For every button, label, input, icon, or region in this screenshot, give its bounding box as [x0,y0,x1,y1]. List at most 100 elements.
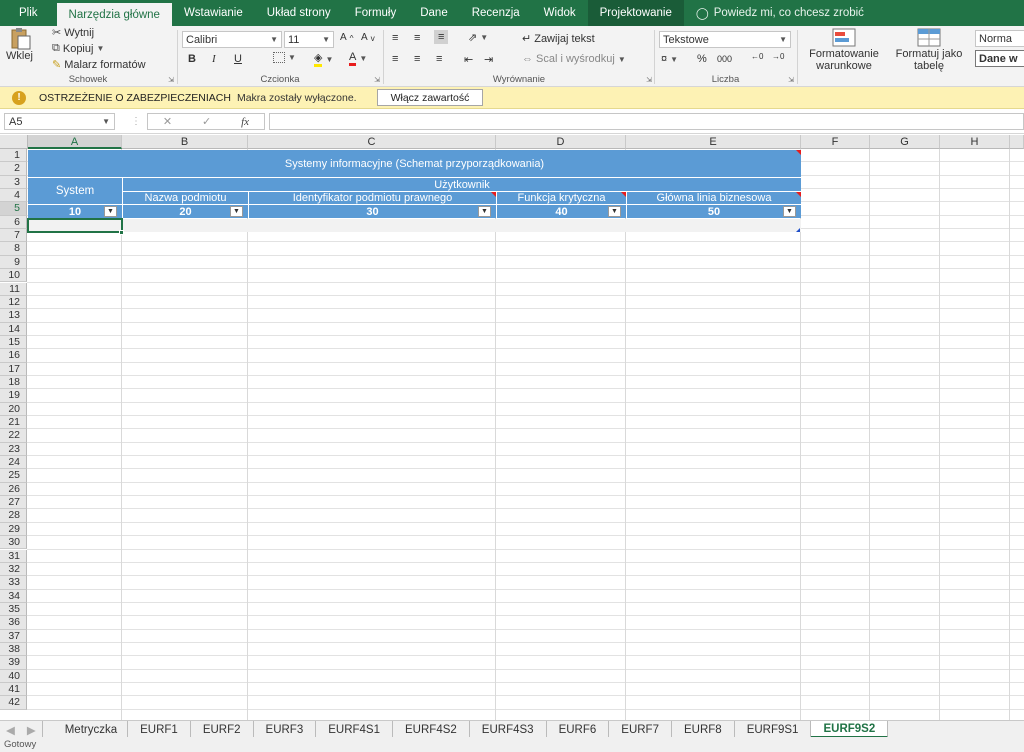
row-header-42[interactable]: 42 [0,696,27,710]
align-middle-button[interactable]: ≡ [414,32,420,44]
table-resize-handle[interactable] [796,228,800,232]
sheet-tab[interactable]: EURF6 [547,721,610,738]
filter-dropdown-icon[interactable]: ▼ [478,206,491,217]
enter-icon[interactable]: ✓ [202,115,211,128]
tab-page-layout[interactable]: Układ strony [255,0,343,26]
format-as-table-button[interactable]: Formatuj jako tabelę [886,28,972,72]
orientation-button[interactable]: ⇗ ▼ [468,31,488,44]
row-header-18[interactable]: 18 [0,375,27,390]
merge-center-button[interactable]: ⇔ Scal i wyśrodkuj ▼ [522,53,626,65]
row-header-23[interactable]: 23 [0,442,27,457]
launcher-icon[interactable]: ⇲ [788,76,794,84]
select-all-corner[interactable] [0,135,28,149]
tell-me-box[interactable]: ◯ Powiedz mi, co chcesz zrobić [684,0,876,26]
sheet-tab[interactable]: EURF8 [672,721,735,738]
column-header-c[interactable]: C [248,135,496,149]
row-header-4[interactable]: 4 [0,189,27,203]
copy-button[interactable]: ⧉ Kopiuj ▼ [52,42,104,55]
align-bottom-button[interactable]: ≡ [434,30,449,44]
align-left-button[interactable]: ≡ [392,53,398,65]
underline-button[interactable]: U [234,53,242,65]
spreadsheet-grid[interactable]: A B C D E F G H 1 2 3 4 5 6 7 8 9 10 11 12 13 14 15 16 1… [0,135,1024,720]
row-header-26[interactable]: 26 [0,482,27,497]
sheet-tab[interactable]: EURF1 [128,721,191,738]
sheet-tab[interactable]: EURF7 [609,721,672,738]
tab-data[interactable]: Dane [408,0,460,26]
row-header-38[interactable]: 38 [0,642,27,657]
sheet-tab[interactable]: EURF4S3 [470,721,547,738]
comment-indicator-icon[interactable] [621,192,626,197]
row-header-7[interactable]: 7 [0,229,27,243]
table-empty-row[interactable] [28,219,801,232]
tab-scroll-prev-icon[interactable]: ◀ [0,721,21,738]
style-normal[interactable]: Norma [975,30,1024,47]
header-entity-name[interactable]: Nazwa podmiotu [122,192,248,205]
decrease-font-button[interactable]: Av [361,32,375,43]
formula-input[interactable] [269,113,1024,130]
name-box[interactable]: A5 ▼ [4,113,115,130]
sheet-tab[interactable]: Metryczka [43,721,129,738]
header-user[interactable]: Użytkownik [122,178,801,192]
row-header-36[interactable]: 36 [0,616,27,630]
row-header-3[interactable]: 3 [0,175,27,190]
table-title[interactable]: Systemy informacyjne (Schemat przyporząd… [28,150,801,178]
comment-indicator-icon[interactable] [491,192,496,197]
row-header-6[interactable]: 6 [0,215,27,230]
sheet-tab[interactable]: EURF2 [191,721,254,738]
row-header-27[interactable]: 27 [0,496,27,510]
enable-content-button[interactable]: Włącz zawartość [376,89,484,106]
code-cell-30[interactable]: 30 [248,205,496,218]
font-color-button[interactable]: A ▼ [349,51,367,66]
code-cell-50[interactable]: 50 [626,205,801,218]
bold-button[interactable]: B [188,53,196,65]
tab-view[interactable]: Widok [532,0,588,26]
row-header-19[interactable]: 19 [0,389,27,403]
row-header-15[interactable]: 15 [0,335,27,350]
row-header-25[interactable]: 25 [0,469,27,483]
launcher-icon[interactable]: ⇲ [168,76,174,84]
row-header-1[interactable]: 1 [0,149,27,163]
row-header-33[interactable]: 33 [0,576,27,590]
filter-dropdown-icon[interactable]: ▼ [783,206,796,217]
align-top-button[interactable]: ≡ [392,32,398,44]
align-center-button[interactable]: ≡ [414,53,420,65]
align-right-button[interactable]: ≡ [436,53,442,65]
paste-button[interactable]: Wklej [6,28,33,62]
column-header-e[interactable]: E [626,135,801,149]
tab-review[interactable]: Recenzja [460,0,532,26]
header-system[interactable]: System [28,178,122,205]
decrease-indent-button[interactable]: ⇤ [464,53,473,66]
filter-dropdown-icon[interactable]: ▼ [230,206,243,217]
column-header-g[interactable]: G [870,135,940,149]
column-header-b[interactable]: B [122,135,248,149]
row-header-41[interactable]: 41 [0,683,27,697]
column-header-f[interactable]: F [801,135,870,149]
row-header-10[interactable]: 10 [0,269,27,283]
row-header-9[interactable]: 9 [0,255,27,270]
row-header-12[interactable]: 12 [0,295,27,310]
format-painter-button[interactable]: ✎ Malarz formatów [52,58,146,72]
filter-dropdown-icon[interactable]: ▼ [104,206,117,217]
wrap-text-button[interactable]: ↵ Zawijaj tekst [522,32,595,46]
column-header-h[interactable]: H [940,135,1010,149]
row-header-8[interactable]: 8 [0,242,27,256]
row-header-39[interactable]: 39 [0,656,27,670]
font-name-dropdown[interactable]: Calibri ▼ [182,31,282,48]
decrease-decimal-button[interactable]: →0 [772,52,784,61]
tab-file[interactable]: Plik [0,0,57,26]
increase-font-button[interactable]: A ^ [340,32,354,43]
conditional-formatting-button[interactable]: Formatowanie warunkowe [800,28,888,72]
row-header-24[interactable]: 24 [0,456,27,470]
tab-insert[interactable]: Wstawianie [172,0,255,26]
column-header-a[interactable]: A [28,135,122,149]
comment-indicator-icon[interactable] [796,150,801,155]
header-legal-id[interactable]: Identyfikator podmiotu prawnego [248,192,496,205]
increase-decimal-button[interactable]: ←0 [751,52,763,61]
insert-function-button[interactable]: fx [241,116,249,128]
percent-button[interactable]: % [697,53,707,65]
column-header-d[interactable]: D [496,135,626,149]
row-header-28[interactable]: 28 [0,509,27,523]
sheet-tab[interactable]: EURF4S2 [393,721,470,738]
row-header-37[interactable]: 37 [0,629,27,643]
row-header-5[interactable]: 5 [0,202,27,216]
